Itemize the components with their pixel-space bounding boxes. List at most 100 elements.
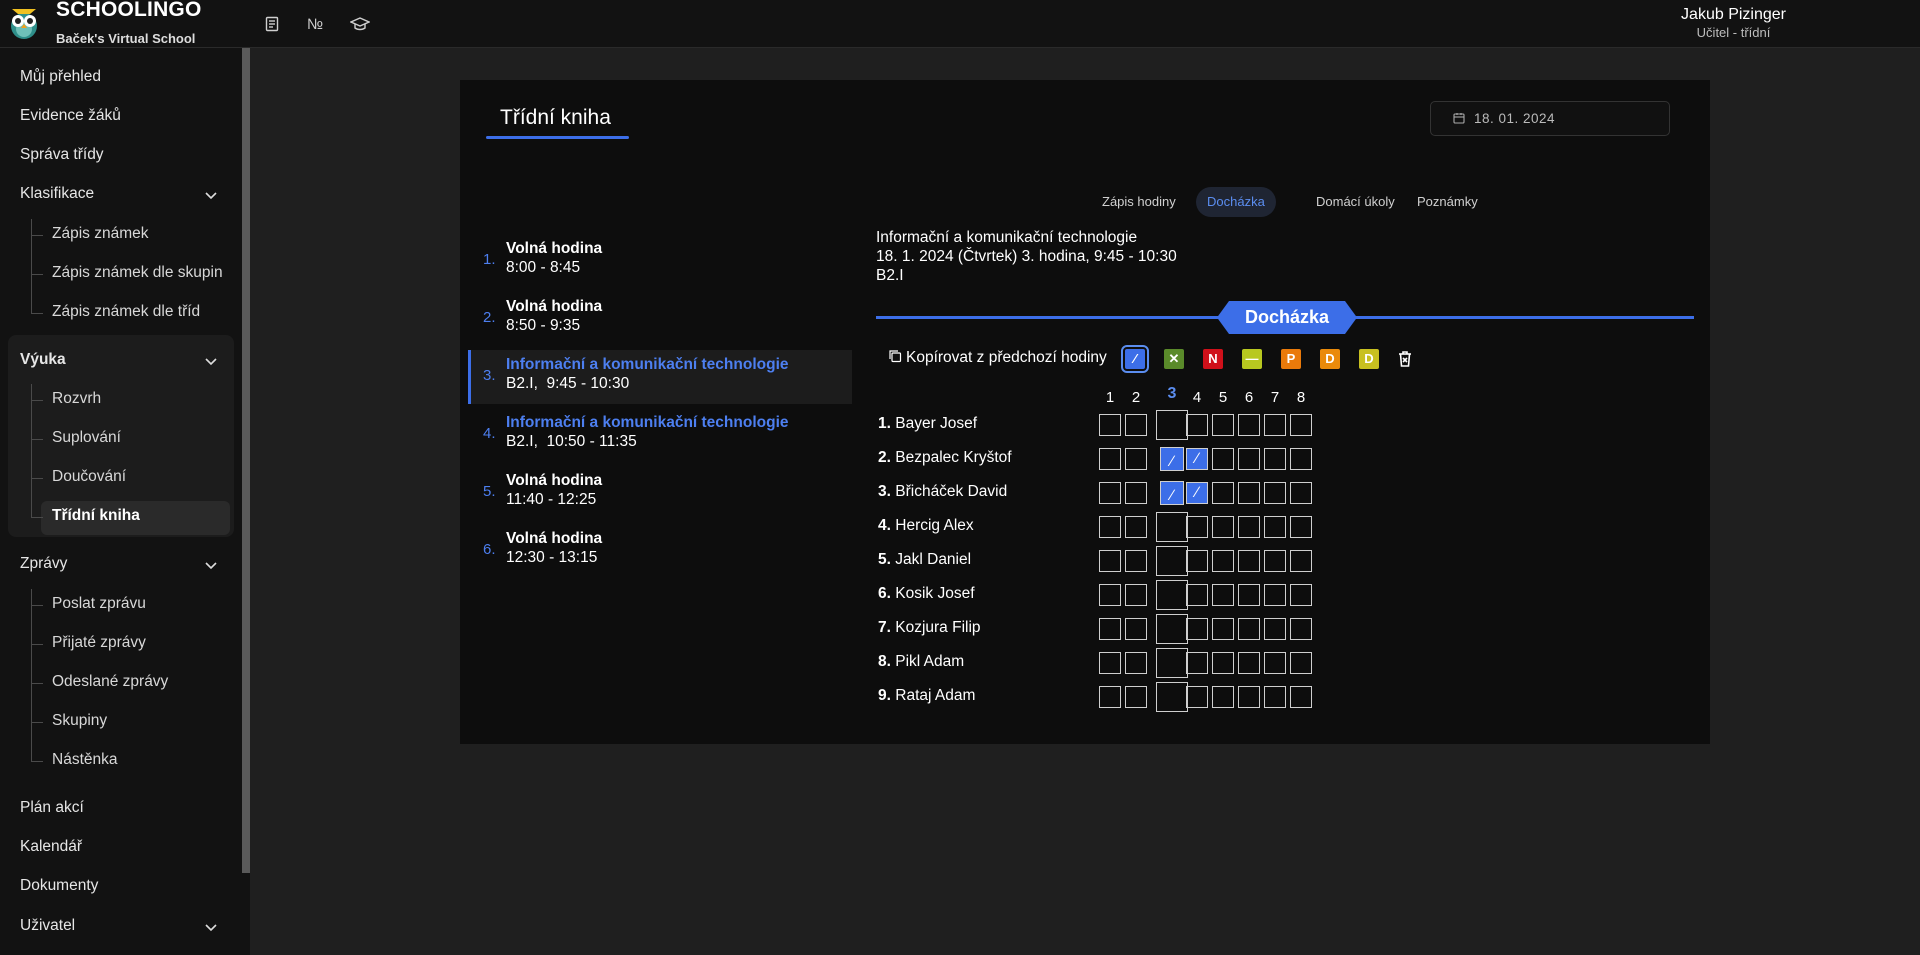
- excused-chip[interactable]: ✕: [1164, 349, 1184, 369]
- attendance-cell[interactable]: [1186, 618, 1208, 640]
- attendance-cell[interactable]: [1290, 516, 1312, 538]
- chevron-down-icon[interactable]: [202, 352, 220, 370]
- chevron-down-icon[interactable]: [202, 556, 220, 574]
- chevron-down-icon[interactable]: [202, 918, 220, 936]
- attendance-cell[interactable]: [1238, 550, 1260, 572]
- attendance-cell[interactable]: [1156, 580, 1188, 610]
- attendance-cell[interactable]: [1099, 414, 1121, 436]
- sidebar-subitem[interactable]: Doučování: [52, 468, 126, 486]
- attendance-cell[interactable]: [1099, 618, 1121, 640]
- sidebar-subitem[interactable]: Zápis známek: [52, 225, 148, 243]
- sidebar-subitem[interactable]: Skupiny: [52, 712, 107, 730]
- attendance-cell[interactable]: [1099, 686, 1121, 708]
- attendance-cell[interactable]: [1186, 550, 1208, 572]
- sidebar-item[interactable]: Dokumenty: [20, 877, 98, 895]
- attendance-cell[interactable]: [1212, 686, 1234, 708]
- lesson-item[interactable]: 3. Informační a komunikační technologie B2…: [468, 350, 852, 404]
- graduation-cap-icon[interactable]: [350, 14, 370, 34]
- sidebar-subitem[interactable]: Rozvrh: [52, 390, 101, 408]
- attendance-cell[interactable]: [1238, 584, 1260, 606]
- trash-icon[interactable]: [1395, 349, 1415, 369]
- attendance-cell[interactable]: [1264, 686, 1286, 708]
- attendance-cell[interactable]: [1125, 584, 1147, 606]
- attendance-cell[interactable]: [1099, 550, 1121, 572]
- unexcused-chip[interactable]: N: [1203, 349, 1223, 369]
- attendance-cell[interactable]: [1186, 652, 1208, 674]
- attendance-cell[interactable]: [1156, 682, 1188, 712]
- attendance-cell[interactable]: [1264, 618, 1286, 640]
- attendance-cell[interactable]: [1186, 686, 1208, 708]
- tab-zapis-hodiny[interactable]: Zápis hodiny: [1091, 187, 1187, 217]
- attendance-cell[interactable]: [1238, 482, 1260, 504]
- sidebar-group-header[interactable]: Uživatel: [20, 917, 75, 935]
- sidebar-subitem[interactable]: Zápis známek dle skupin: [52, 264, 223, 282]
- sidebar-item[interactable]: Správa třídy: [20, 146, 104, 164]
- attendance-cell[interactable]: [1186, 448, 1208, 470]
- sidebar-item[interactable]: Plán akcí: [20, 799, 84, 817]
- attendance-cell[interactable]: [1238, 618, 1260, 640]
- sidebar-group-header[interactable]: Výuka: [20, 351, 66, 369]
- attendance-cell[interactable]: [1290, 618, 1312, 640]
- attendance-cell[interactable]: [1099, 448, 1121, 470]
- lesson-item[interactable]: 2. Volná hodina 8:50 - 9:35: [468, 292, 852, 346]
- attendance-cell[interactable]: [1099, 584, 1121, 606]
- attendance-cell[interactable]: [1264, 414, 1286, 436]
- attendance-cell[interactable]: [1156, 546, 1188, 576]
- attendance-cell[interactable]: [1099, 482, 1121, 504]
- d-orange-chip[interactable]: D: [1320, 349, 1340, 369]
- attendance-cell[interactable]: [1125, 414, 1147, 436]
- attendance-cell[interactable]: [1125, 686, 1147, 708]
- sidebar-subitem[interactable]: Poslat zprávu: [52, 595, 146, 613]
- attendance-cell[interactable]: [1099, 516, 1121, 538]
- user-info[interactable]: Jakub Pizinger Učitel - třídní: [1681, 6, 1786, 40]
- sidebar-scrollbar[interactable]: [242, 48, 250, 873]
- attendance-cell[interactable]: [1156, 410, 1188, 440]
- d-yellow-chip[interactable]: D: [1359, 349, 1379, 369]
- attendance-cell[interactable]: [1156, 648, 1188, 678]
- attendance-cell[interactable]: [1264, 482, 1286, 504]
- attendance-cell[interactable]: [1156, 512, 1188, 542]
- attendance-cell[interactable]: [1160, 481, 1184, 505]
- attendance-cell[interactable]: [1264, 550, 1286, 572]
- tab-dochazka[interactable]: Docházka: [1196, 187, 1276, 217]
- copy-previous-button[interactable]: Kopírovat z předchozí hodiny: [888, 349, 1107, 367]
- sidebar-item[interactable]: Kalendář: [20, 838, 82, 856]
- sidebar-subitem[interactable]: Odeslané zprávy: [52, 673, 168, 691]
- attendance-cell[interactable]: [1212, 516, 1234, 538]
- attendance-cell[interactable]: [1212, 414, 1234, 436]
- tab-domaci-ukoly[interactable]: Domácí úkoly: [1305, 187, 1406, 217]
- attendance-cell[interactable]: [1290, 448, 1312, 470]
- sidebar-item[interactable]: Můj přehled: [20, 68, 101, 86]
- chevron-down-icon[interactable]: [202, 186, 220, 204]
- attendance-cell[interactable]: [1264, 516, 1286, 538]
- attendance-cell[interactable]: [1160, 447, 1184, 471]
- lesson-item[interactable]: 6. Volná hodina 12:30 - 13:15: [468, 524, 852, 578]
- attendance-cell[interactable]: [1186, 482, 1208, 504]
- attendance-cell[interactable]: [1264, 652, 1286, 674]
- attendance-cell[interactable]: [1186, 516, 1208, 538]
- attendance-cell[interactable]: [1238, 652, 1260, 674]
- sidebar-item[interactable]: Evidence žáků: [20, 107, 121, 125]
- lesson-item[interactable]: 1. Volná hodina 8:00 - 8:45: [468, 234, 852, 288]
- attendance-cell[interactable]: [1290, 584, 1312, 606]
- attendance-cell[interactable]: [1186, 584, 1208, 606]
- attendance-cell[interactable]: [1290, 652, 1312, 674]
- sidebar-subitem[interactable]: Nástěnka: [52, 751, 117, 769]
- present-p-chip[interactable]: P: [1281, 349, 1301, 369]
- sidebar-group-header[interactable]: Zprávy: [20, 555, 67, 573]
- attendance-cell[interactable]: [1290, 482, 1312, 504]
- attendance-cell[interactable]: [1125, 448, 1147, 470]
- lesson-item[interactable]: 4. Informační a komunikační technologie B2…: [468, 408, 852, 462]
- attendance-cell[interactable]: [1212, 482, 1234, 504]
- attendance-cell[interactable]: [1264, 584, 1286, 606]
- date-picker[interactable]: 18. 01. 2024: [1430, 101, 1670, 136]
- attendance-cell[interactable]: [1290, 550, 1312, 572]
- attendance-cell[interactable]: [1125, 482, 1147, 504]
- sidebar-subitem[interactable]: Třídní kniha: [52, 507, 140, 525]
- attendance-cell[interactable]: [1212, 448, 1234, 470]
- attendance-cell[interactable]: [1125, 652, 1147, 674]
- attendance-cell[interactable]: [1290, 414, 1312, 436]
- attendance-cell[interactable]: [1238, 686, 1260, 708]
- late-chip[interactable]: —: [1242, 349, 1262, 369]
- attendance-cell[interactable]: [1186, 414, 1208, 436]
